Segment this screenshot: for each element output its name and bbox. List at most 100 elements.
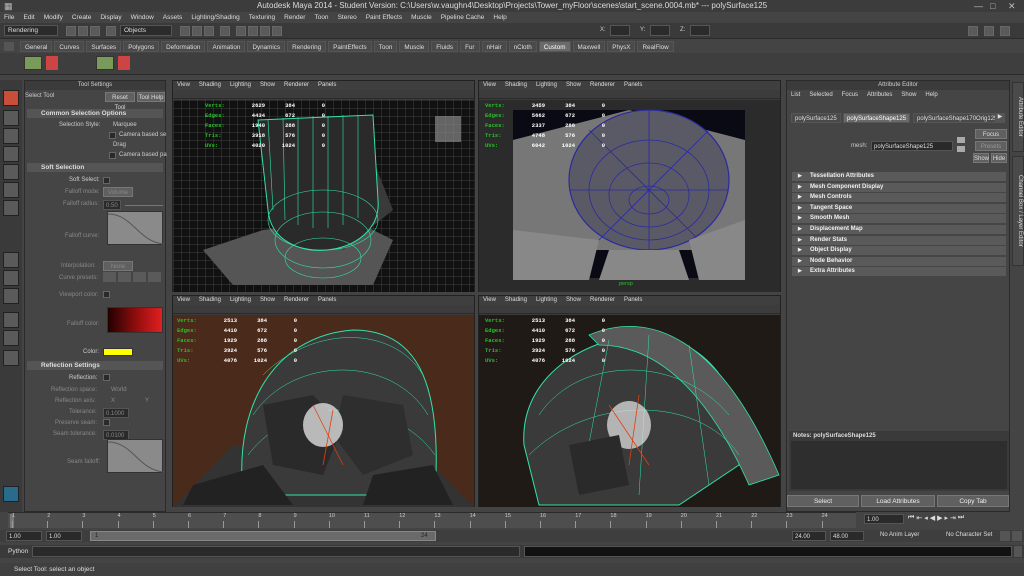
- go-to-start-icon[interactable]: ⏮: [908, 514, 914, 525]
- open-scene-icon[interactable]: [78, 26, 88, 36]
- ae-menu-focus[interactable]: Focus: [842, 90, 858, 100]
- shelf-tab-deformation[interactable]: Deformation: [161, 41, 206, 52]
- viewport-menu-show[interactable]: Show: [566, 296, 581, 305]
- viewport-menu-lighting[interactable]: Lighting: [230, 296, 251, 305]
- curve-preset-3-button[interactable]: [133, 272, 146, 282]
- outliner-layout-icon[interactable]: [3, 312, 19, 328]
- soft-select-color-swatch[interactable]: [103, 348, 133, 356]
- snap-point-icon[interactable]: [204, 26, 214, 36]
- reset-tool-button[interactable]: Reset Tool: [105, 92, 135, 111]
- tab-scroll-right-icon[interactable]: ▶: [995, 113, 1005, 123]
- animation-start-field[interactable]: 1.00: [6, 531, 42, 541]
- playback-start-field[interactable]: 1.00: [46, 531, 82, 541]
- section-tessellation-attributes[interactable]: Tessellation Attributes ▶: [792, 172, 1006, 181]
- shelf-tab-maxwell[interactable]: Maxwell: [572, 41, 606, 52]
- viewport-menu-show[interactable]: Show: [260, 296, 275, 305]
- paint-select-tool-icon[interactable]: [3, 128, 19, 144]
- time-slider[interactable]: 1 2 3 4 5 6 7 8 9 10 11 12 13 14 15 16 17 18 19 20 21 22 23 24: [8, 512, 856, 528]
- interpolation-dropdown[interactable]: None: [103, 261, 133, 271]
- render-frame-icon[interactable]: [248, 26, 258, 36]
- notes-box[interactable]: Notes: polySurfaceShape125: [789, 431, 1009, 491]
- drag-radio-label[interactable]: Drag: [113, 142, 126, 148]
- x-field[interactable]: [610, 25, 630, 36]
- hypershade-layout-icon[interactable]: [3, 330, 19, 346]
- shelf-brush-icon[interactable]: [118, 56, 130, 70]
- minimize-button[interactable]: —: [974, 0, 983, 12]
- range-slider[interactable]: 1 24: [90, 531, 436, 541]
- section-tangent-space[interactable]: Tangent Space ▶: [792, 203, 1006, 213]
- step-forward-frame-icon[interactable]: ▸: [944, 514, 948, 525]
- section-node-behavior[interactable]: Node Behavior ▶: [792, 256, 1006, 266]
- shelf-tab-surfaces[interactable]: Surfaces: [86, 41, 122, 52]
- channel-box-side-tab[interactable]: Channel Box / Layer Editor: [1012, 156, 1024, 266]
- section-smooth-mesh[interactable]: Smooth Mesh ▶: [792, 214, 1006, 224]
- viewport-menu-shading[interactable]: Shading: [199, 81, 221, 90]
- viewport-color-checkbox[interactable]: [103, 291, 110, 298]
- render-settings-icon[interactable]: [272, 26, 282, 36]
- curve-preset-4-button[interactable]: [148, 272, 161, 282]
- shelf-tab-realflow[interactable]: RealFlow: [637, 41, 674, 52]
- lasso-tool-icon[interactable]: [3, 110, 19, 126]
- save-scene-icon[interactable]: [90, 26, 100, 36]
- section-reflection-settings[interactable]: Reflection Settings: [27, 361, 163, 370]
- section-common-selection[interactable]: Common Selection Options: [27, 109, 163, 118]
- command-input[interactable]: [32, 546, 520, 557]
- section-object-display[interactable]: Object Display ▶: [792, 246, 1006, 256]
- soft-select-checkbox[interactable]: [103, 177, 110, 184]
- menu-paint-effects[interactable]: Paint Effects: [366, 12, 402, 23]
- falloff-radius-slider[interactable]: [125, 205, 163, 206]
- viewport-top-right[interactable]: View Shading Lighting Show Renderer Panels Ve…: [478, 80, 781, 292]
- menu-window[interactable]: Window: [131, 12, 154, 23]
- reflection-checkbox[interactable]: [103, 374, 110, 381]
- graph-editor-layout-icon[interactable]: [3, 350, 19, 366]
- move-tool-icon[interactable]: [3, 146, 19, 162]
- tolerance-field[interactable]: 0.1000: [103, 408, 129, 418]
- menu-file[interactable]: File: [4, 12, 14, 23]
- auto-key-icon[interactable]: [1000, 531, 1010, 541]
- shelf-menu-icon[interactable]: [4, 42, 14, 51]
- shelf-tab-fluids[interactable]: Fluids: [431, 41, 459, 52]
- shelf-fbx-import-icon[interactable]: [96, 56, 114, 70]
- section-render-stats[interactable]: Render Stats ▶: [792, 235, 1006, 245]
- viewport-bottom-right[interactable]: View Shading Lighting Show Renderer Panels Ve…: [478, 295, 781, 507]
- ae-menu-list[interactable]: List: [791, 90, 800, 100]
- construction-history-icon[interactable]: [220, 26, 230, 36]
- menu-render[interactable]: Render: [284, 12, 305, 23]
- menu-modify[interactable]: Modify: [44, 12, 63, 23]
- menu-pipeline-cache[interactable]: Pipeline Cache: [441, 12, 485, 23]
- viewport-menu-panels[interactable]: Panels: [318, 296, 336, 305]
- viewport-menu-panels[interactable]: Panels: [624, 296, 642, 305]
- persp-graph-layout-icon[interactable]: [3, 288, 19, 304]
- notes-textarea[interactable]: [791, 441, 1007, 489]
- viewport-menu-renderer[interactable]: Renderer: [590, 81, 615, 90]
- viewport-menu-view[interactable]: View: [483, 81, 496, 90]
- focus-button[interactable]: Focus: [975, 129, 1007, 139]
- anim-layer-dropdown[interactable]: No Anim Layer: [880, 532, 919, 538]
- play-forward-icon[interactable]: ▶: [937, 514, 942, 525]
- viewport-menu-renderer[interactable]: Renderer: [284, 296, 309, 305]
- shelf-tab-rendering[interactable]: Rendering: [287, 41, 327, 52]
- scale-tool-icon[interactable]: [3, 182, 19, 198]
- viewport-menu-panels[interactable]: Panels: [624, 81, 642, 90]
- viewport-menu-show[interactable]: Show: [566, 81, 581, 90]
- anim-prefs-icon[interactable]: [1012, 531, 1022, 541]
- menu-assets[interactable]: Assets: [163, 12, 183, 23]
- falloff-color-ramp[interactable]: [107, 307, 163, 333]
- script-editor-icon[interactable]: [1014, 546, 1022, 557]
- viewport-top-left[interactable]: View Shading Lighting Show Renderer Panels Ve…: [172, 80, 475, 292]
- preserve-seam-checkbox[interactable]: [103, 419, 110, 426]
- viewport-menu-show[interactable]: Show: [260, 81, 275, 90]
- ae-menu-attributes[interactable]: Attributes: [867, 90, 892, 100]
- script-language-label[interactable]: Python: [8, 548, 28, 555]
- shelf-paint-icon[interactable]: [46, 56, 58, 70]
- menu-muscle[interactable]: Muscle: [411, 12, 432, 23]
- load-attributes-button[interactable]: Load Attributes: [861, 495, 935, 507]
- viewport-menu-lighting[interactable]: Lighting: [536, 296, 557, 305]
- new-scene-icon[interactable]: [66, 26, 76, 36]
- shelf-tab-polygons[interactable]: Polygons: [123, 41, 160, 52]
- menu-set-dropdown[interactable]: Rendering: [4, 25, 58, 36]
- falloff-curve-graph[interactable]: [107, 211, 165, 245]
- viewport-menu-lighting[interactable]: Lighting: [536, 81, 557, 90]
- seam-falloff-graph[interactable]: [107, 439, 165, 473]
- ae-menu-selected[interactable]: Selected: [809, 90, 832, 100]
